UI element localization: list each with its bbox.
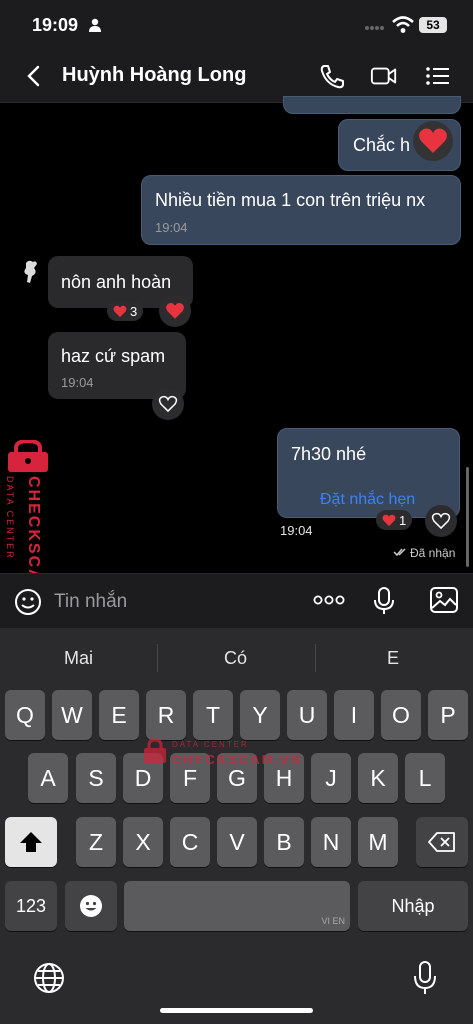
key-p[interactable]: P: [428, 690, 468, 740]
message-time: 19:04: [280, 523, 313, 538]
key-b[interactable]: B: [264, 817, 304, 867]
key-q[interactable]: Q: [5, 690, 45, 740]
suggestion[interactable]: E: [387, 648, 399, 669]
suggestion[interactable]: Mai: [64, 648, 93, 669]
dictation-microphone-icon[interactable]: [413, 961, 437, 995]
key-a[interactable]: A: [28, 753, 68, 803]
reaction-popup[interactable]: [413, 121, 453, 161]
message-text: Chắc h: [353, 135, 411, 155]
watermark-logo: [6, 438, 50, 474]
shift-arrow-icon: [20, 832, 42, 852]
heart-icon: [419, 128, 447, 153]
message-time: 19:04: [155, 220, 188, 235]
key-i[interactable]: I: [334, 690, 374, 740]
home-indicator[interactable]: [160, 1008, 313, 1013]
message-text: haz cứ spam: [61, 346, 166, 366]
watermark-lock-icon: [144, 738, 166, 763]
image-gallery-icon[interactable]: [430, 587, 458, 613]
delivery-status: Đã nhận: [410, 546, 456, 560]
react-button[interactable]: [152, 388, 184, 420]
message-input[interactable]: Tin nhắn: [54, 591, 127, 613]
reaction-count-badge[interactable]: 3: [107, 301, 144, 321]
microphone-icon[interactable]: [373, 587, 395, 615]
key-j[interactable]: J: [311, 753, 351, 803]
avatar[interactable]: [20, 259, 42, 285]
phone-call-icon[interactable]: [318, 63, 346, 89]
heart-outline-icon: [431, 512, 451, 530]
video-call-icon[interactable]: [370, 63, 398, 89]
reaction-count: 1: [399, 512, 407, 528]
heart-icon: [382, 514, 396, 526]
message-bubble-outgoing[interactable]: Nhiều tiền mua 1 con trên triệu nx 19:04: [141, 175, 461, 245]
watermark-text-keyboard: CHECKSCAM.VN: [172, 752, 303, 767]
heart-icon: [166, 302, 184, 319]
watermark-subtext-keyboard: DATA CENTER: [172, 740, 249, 749]
key-z[interactable]: Z: [76, 817, 116, 867]
react-button[interactable]: [425, 505, 457, 537]
sticker-emoji-icon[interactable]: [14, 588, 42, 616]
key-u[interactable]: U: [287, 690, 327, 740]
key-l[interactable]: L: [405, 753, 445, 803]
contact-name[interactable]: Huỳnh Hoàng Long: [62, 64, 246, 87]
suggestion-divider: [315, 644, 316, 672]
key-n[interactable]: N: [311, 817, 351, 867]
heart-outline-icon: [158, 395, 178, 413]
message-text: Nhiều tiền mua 1 con trên triệu nx: [155, 190, 426, 210]
backspace-icon: [428, 832, 455, 852]
message-text: nôn anh hoàn: [61, 272, 172, 292]
key-k[interactable]: K: [358, 753, 398, 803]
key-o[interactable]: O: [381, 690, 421, 740]
react-button[interactable]: [159, 295, 191, 327]
key-t[interactable]: T: [193, 690, 233, 740]
wifi-icon: [392, 16, 414, 33]
numbers-key[interactable]: 123: [5, 881, 57, 931]
suggestion[interactable]: Có: [224, 648, 247, 669]
globe-icon[interactable]: [33, 962, 65, 994]
key-m[interactable]: M: [358, 817, 398, 867]
message-time: 19:04: [61, 375, 94, 390]
message-bubble-partial: [283, 96, 461, 114]
language-hint: VI EN: [321, 916, 345, 926]
status-time: 19:09: [32, 15, 79, 35]
more-options-icon[interactable]: [313, 594, 345, 606]
battery-indicator: 53: [419, 17, 447, 33]
emoji-icon: [80, 895, 102, 917]
key-w[interactable]: W: [52, 690, 92, 740]
backspace-key[interactable]: [416, 817, 468, 867]
reaction-count: 3: [130, 303, 138, 319]
reaction-count-badge[interactable]: 1: [376, 510, 413, 530]
key-s[interactable]: S: [76, 753, 116, 803]
emoji-key[interactable]: [65, 881, 117, 931]
double-check-icon: [393, 548, 406, 557]
return-key[interactable]: Nhập: [358, 881, 468, 931]
key-x[interactable]: X: [123, 817, 163, 867]
key-e[interactable]: E: [99, 690, 139, 740]
back-arrow-icon[interactable]: [24, 64, 44, 88]
suggestion-divider: [157, 644, 158, 672]
key-y[interactable]: Y: [240, 690, 280, 740]
menu-list-icon[interactable]: [424, 63, 452, 89]
key-c[interactable]: C: [170, 817, 210, 867]
space-key[interactable]: VI EN: [124, 881, 350, 931]
key-r[interactable]: R: [146, 690, 186, 740]
person-icon: [89, 18, 101, 32]
set-reminder-link[interactable]: Đặt nhắc hẹn: [320, 491, 415, 509]
cellular-signal-icon: [365, 26, 384, 30]
scrollbar[interactable]: [466, 467, 469, 567]
shift-key[interactable]: [5, 817, 57, 867]
key-v[interactable]: V: [217, 817, 257, 867]
message-text: 7h30 nhé: [291, 444, 367, 464]
message-bubble-outgoing[interactable]: 7h30 nhé Đặt nhắc hẹn: [277, 428, 460, 518]
heart-icon: [113, 305, 127, 317]
watermark-subtext: DATA CENTER: [5, 476, 15, 560]
